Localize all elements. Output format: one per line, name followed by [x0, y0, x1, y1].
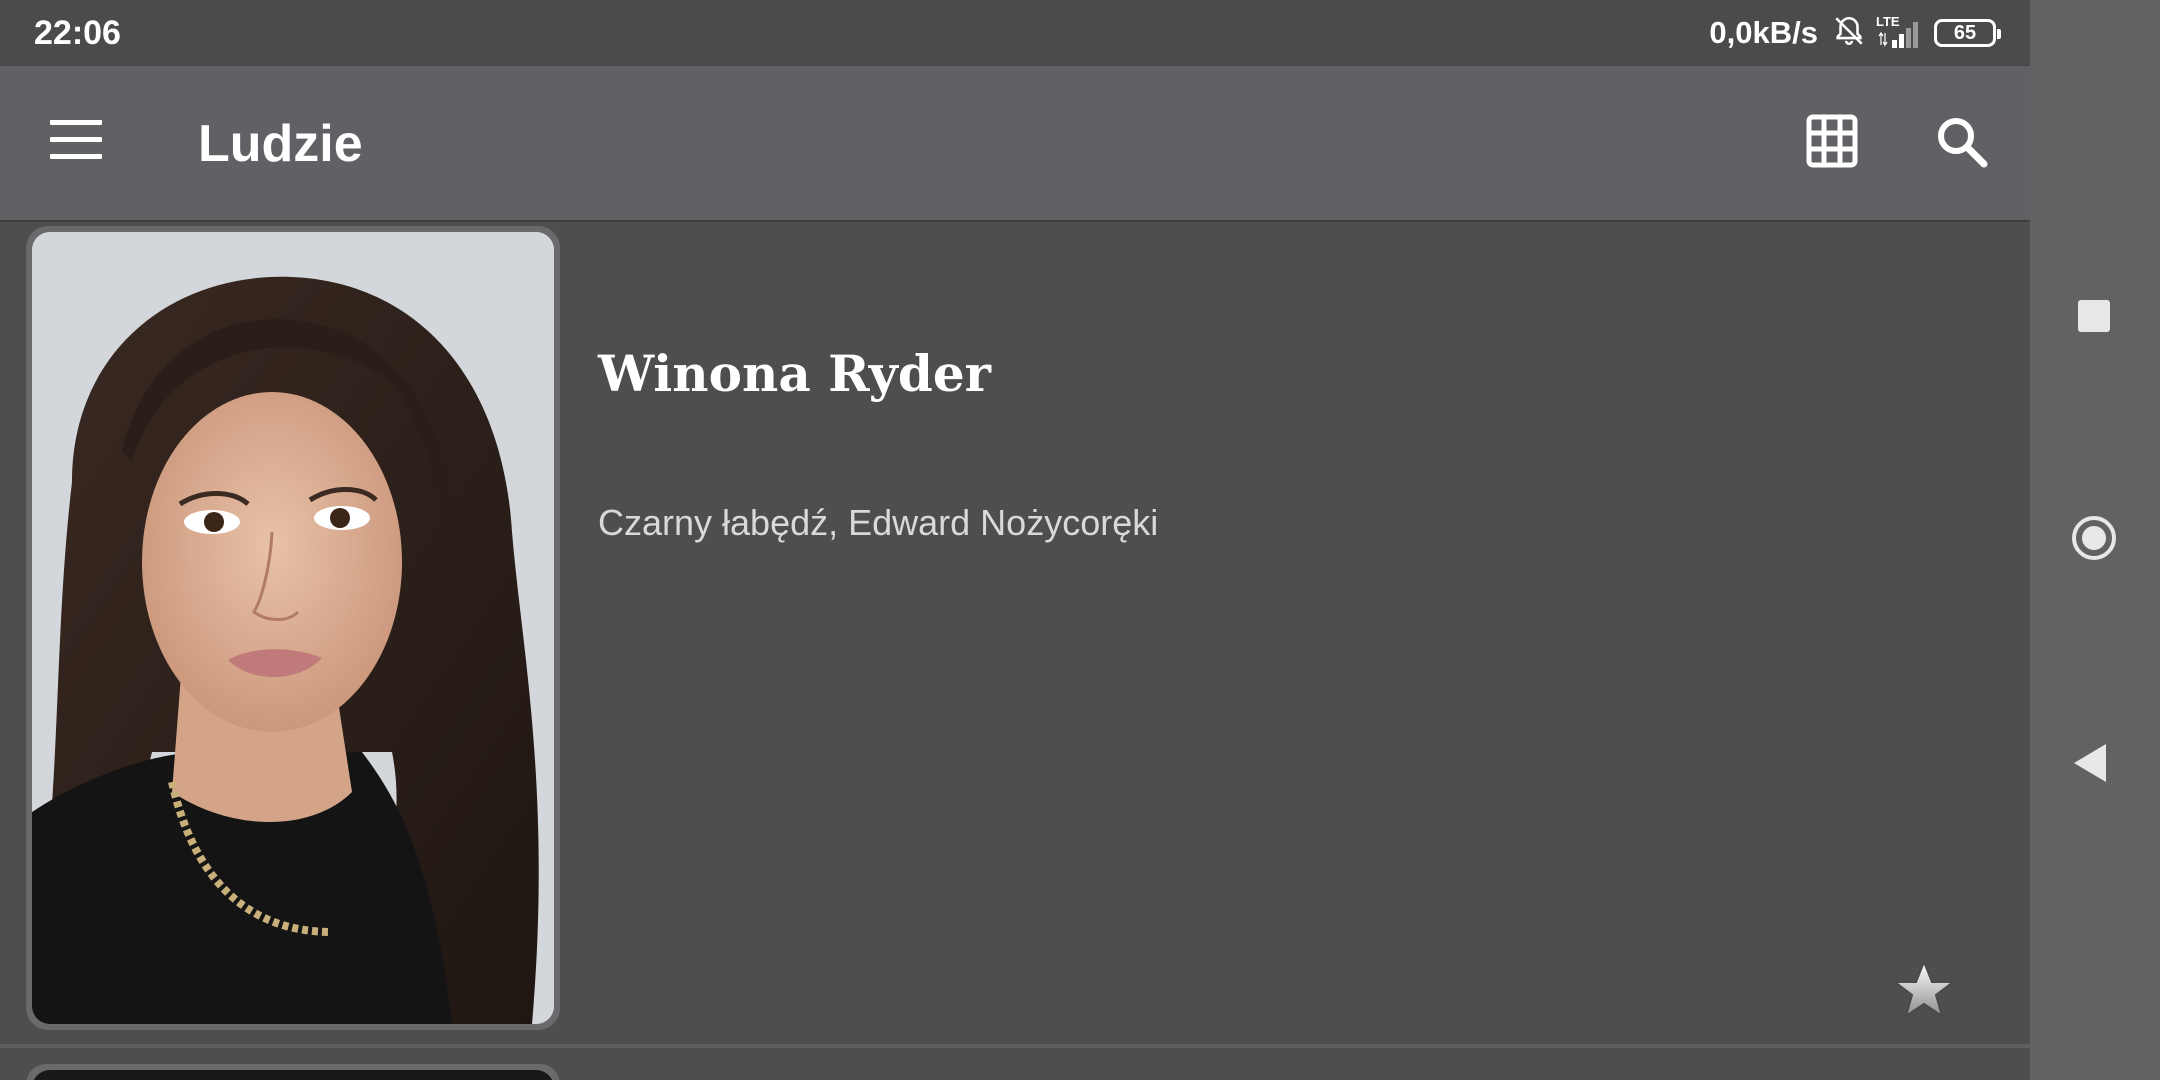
app-screen: 22:06 0,0kB/s LTE 65 Ludzie Winona Ryder… — [0, 0, 2030, 1080]
menu-icon[interactable] — [50, 120, 102, 160]
person-known-for: Czarny łabędź, Edward Nożycoręki — [598, 502, 1159, 543]
back-icon[interactable] — [2074, 744, 2106, 782]
person-photo — [32, 232, 554, 1024]
navigation-bar — [2030, 0, 2160, 1080]
card-divider — [0, 1044, 2030, 1048]
bell-off-icon — [1832, 14, 1866, 53]
home-icon[interactable] — [2072, 516, 2116, 560]
grid-icon[interactable] — [1806, 114, 1858, 168]
star-icon[interactable] — [1892, 958, 1956, 1022]
battery-icon: 65 — [1934, 19, 2001, 47]
person-card[interactable]: Winona Ryder Czarny łabędź, Edward Nożyc… — [0, 222, 2030, 1044]
status-time: 22:06 — [34, 14, 121, 52]
app-bar: Ludzie — [0, 66, 2030, 220]
status-bar: 22:06 0,0kB/s LTE 65 — [0, 0, 2030, 66]
signal-icon: LTE — [1876, 14, 1924, 50]
next-person-photo[interactable] — [26, 1064, 560, 1080]
person-photo-frame — [26, 226, 560, 1030]
search-icon[interactable] — [1934, 114, 1990, 170]
recents-icon[interactable] — [2078, 300, 2110, 332]
network-speed: 0,0kB/s — [1709, 15, 1818, 50]
person-name: Winona Ryder — [598, 344, 991, 403]
battery-level: 65 — [1953, 21, 1977, 44]
status-indicators: 0,0kB/s LTE 65 — [1709, 12, 2001, 54]
page-title: Ludzie — [198, 115, 363, 173]
